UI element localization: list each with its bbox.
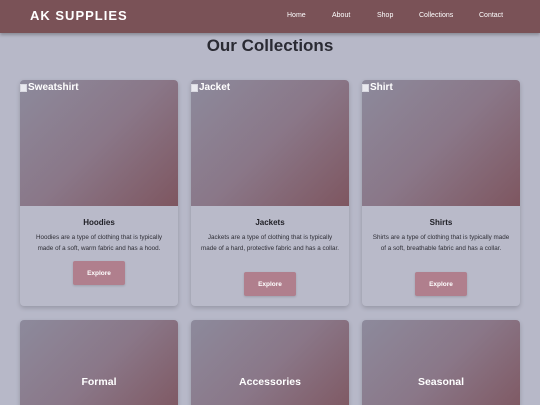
nav-link-home[interactable]: Home bbox=[287, 12, 306, 19]
collection-card-accessories[interactable]: Accessories bbox=[191, 320, 349, 405]
card-title: Hoodies bbox=[83, 218, 115, 227]
collection-card-formal[interactable]: Formal bbox=[20, 320, 178, 405]
card-image: Shirt bbox=[362, 80, 520, 206]
card-title: Jackets bbox=[255, 218, 285, 227]
card-image: Jacket bbox=[191, 80, 349, 206]
image-alt-text: Sweatshirt bbox=[28, 82, 79, 93]
nav-link-about[interactable]: About bbox=[332, 12, 350, 19]
broken-image-icon bbox=[20, 83, 27, 92]
broken-image-icon bbox=[362, 83, 369, 92]
collection-card-hoodies: Sweatshirt Hoodies Hoodies are a type of… bbox=[20, 80, 178, 306]
collection-card-jackets: Jacket Jackets Jackets are a type of clo… bbox=[191, 80, 349, 306]
card-title: Accessories bbox=[239, 376, 301, 388]
card-description: Shirts are a type of clothing that is ty… bbox=[372, 234, 510, 252]
card-description: Jackets are a type of clothing that is t… bbox=[201, 234, 339, 252]
explore-button[interactable]: Explore bbox=[244, 272, 296, 296]
collection-card-shirts: Shirt Shirts Shirts are a type of clothi… bbox=[362, 80, 520, 306]
image-alt-text: Shirt bbox=[370, 82, 393, 93]
nav-link-shop[interactable]: Shop bbox=[377, 12, 393, 19]
top-navbar: AK SUPPLIES Home About Shop Collections … bbox=[0, 0, 540, 33]
card-title: Shirts bbox=[429, 218, 453, 227]
card-title: Seasonal bbox=[417, 376, 465, 388]
card-title: Formal bbox=[81, 376, 117, 388]
collection-card-seasonal[interactable]: Seasonal bbox=[362, 320, 520, 405]
explore-button[interactable]: Explore bbox=[415, 272, 467, 296]
card-description: Hoodies are a type of clothing that is t… bbox=[35, 234, 162, 252]
broken-image-icon bbox=[191, 83, 198, 92]
nav-link-contact[interactable]: Contact bbox=[479, 12, 503, 19]
card-image: Sweatshirt bbox=[20, 80, 178, 206]
nav-link-collections[interactable]: Collections bbox=[419, 12, 453, 19]
explore-button[interactable]: Explore bbox=[73, 261, 125, 285]
page-title: Our Collections bbox=[206, 36, 334, 55]
image-alt-text: Jacket bbox=[199, 82, 231, 93]
brand-logo[interactable]: AK SUPPLIES bbox=[30, 8, 128, 23]
